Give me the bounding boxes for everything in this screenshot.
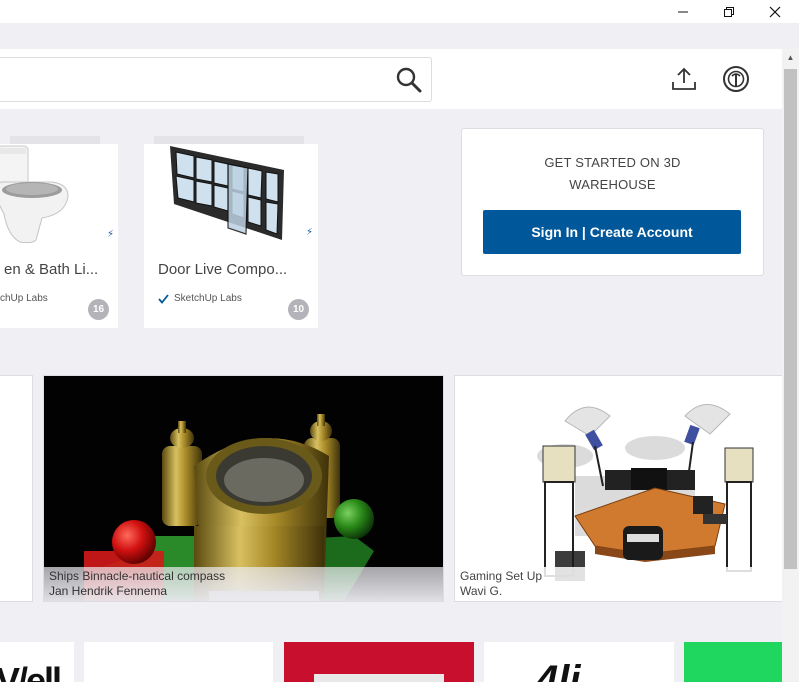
minimize-button[interactable] — [660, 0, 706, 23]
card-author-name: SketchUp Labs — [174, 293, 242, 304]
count-badge: 16 — [88, 299, 109, 320]
page-content: ⚡ en & Bath Li... chUp Labs 16 ⚡ Door Li… — [0, 109, 784, 682]
get-started-panel: GET STARTED ON 3D WAREHOUSE Sign In | Cr… — [461, 128, 764, 276]
model-caption: Gaming Set Up Wavi G. — [455, 567, 783, 601]
model-tile[interactable]: Gaming Set Up Wavi G. — [454, 375, 784, 602]
product-card[interactable]: ⚡ Door Live Compo... SketchUp Labs 10 — [144, 136, 318, 328]
bottom-card[interactable]: V/ell — [0, 642, 74, 682]
site-header — [0, 49, 782, 109]
scroll-up-icon[interactable]: ▲ — [782, 49, 799, 66]
card-author: SketchUp Labs — [158, 293, 242, 304]
card-author: chUp Labs — [0, 293, 48, 304]
bottom-card-logo-text: 4li — [536, 658, 581, 682]
minimize-icon — [678, 11, 688, 12]
card-stack-tab — [154, 136, 304, 144]
upload-icon[interactable] — [670, 65, 698, 93]
model-title: Gaming Set Up — [460, 569, 543, 583]
bottom-card[interactable] — [684, 642, 782, 682]
heading-line: GET STARTED ON 3D — [544, 155, 681, 170]
account-icon[interactable] — [722, 65, 750, 93]
bottom-card[interactable] — [84, 642, 273, 682]
browser-chrome-strip — [0, 23, 799, 49]
get-started-heading: GET STARTED ON 3D WAREHOUSE — [462, 152, 763, 196]
model-title: Ships Binnacle-nautical compass — [49, 569, 226, 583]
bottom-card[interactable]: 4li — [484, 642, 674, 682]
vertical-scrollbar[interactable]: ▲ — [782, 49, 799, 681]
card-author-name: chUp Labs — [0, 293, 48, 304]
card-title: Door Live Compo... — [158, 261, 288, 278]
window-titlebar — [0, 0, 799, 23]
bottom-card-logo-text: V/ell — [0, 660, 62, 682]
heading-line: WAREHOUSE — [569, 177, 656, 192]
search-icon[interactable] — [395, 66, 423, 94]
live-component-icon: ⚡ — [306, 227, 314, 238]
model-tile[interactable] — [0, 375, 33, 602]
toilet-thumbnail — [0, 145, 69, 244]
search-input[interactable] — [5, 68, 369, 92]
close-icon — [769, 6, 781, 17]
close-button[interactable] — [752, 0, 798, 23]
scrollbar-thumb[interactable] — [784, 69, 797, 569]
sign-in-create-account-button[interactable]: Sign In | Create Account — [483, 210, 741, 254]
count-badge: 10 — [288, 299, 309, 320]
search-field[interactable] — [0, 57, 432, 102]
product-card[interactable]: ⚡ en & Bath Li... chUp Labs 16 — [0, 136, 118, 328]
model-author: Wavi G. — [460, 584, 503, 598]
restore-button[interactable] — [706, 0, 752, 23]
card-stack-tab — [10, 136, 100, 144]
model-author: Jan Hendrik Fennema — [49, 584, 168, 598]
model-tile[interactable]: Ships Binnacle-nautical compass Jan Hend… — [43, 375, 444, 602]
live-component-icon: ⚡ — [107, 229, 115, 240]
model-caption: Ships Binnacle-nautical compass Jan Hend… — [44, 567, 443, 601]
verified-check-icon — [158, 293, 169, 304]
bottom-card[interactable] — [284, 642, 474, 682]
door-thumbnail — [170, 146, 284, 240]
restore-icon — [724, 6, 734, 17]
card-title: en & Bath Li... — [4, 261, 99, 278]
